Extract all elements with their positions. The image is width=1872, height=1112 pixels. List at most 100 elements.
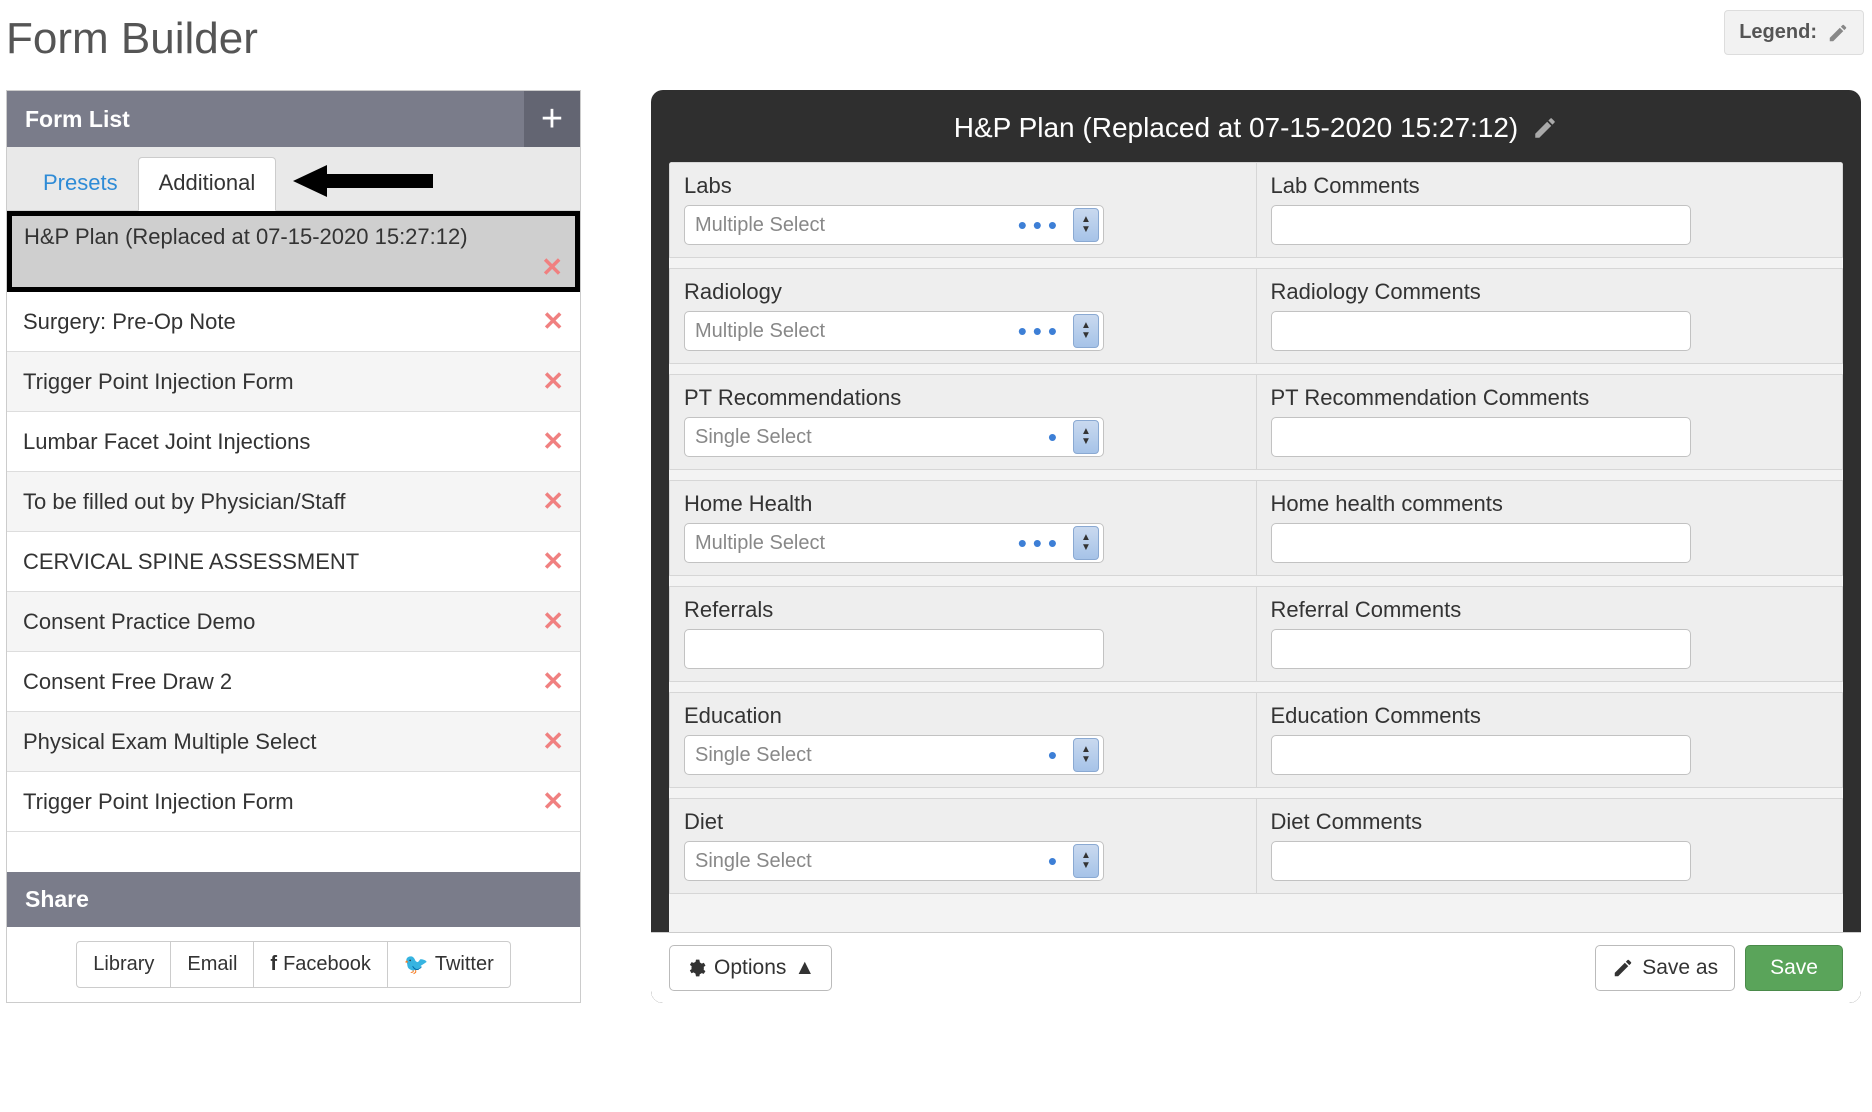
delete-icon[interactable]: ✕ [541,252,563,282]
multiple-select[interactable]: Multiple Select ••• [684,523,1104,563]
text-input[interactable] [1271,523,1691,563]
form-list-title: Form List [25,106,130,133]
field-label: PT Recommendation Comments [1271,385,1829,411]
editor-footer: Options ▲ Save as Save [651,932,1861,1003]
edit-title-icon[interactable] [1532,115,1558,141]
text-input[interactable] [1271,841,1691,881]
list-item[interactable]: Lumbar Facet Joint Injections✕ [7,412,580,472]
select-placeholder: Multiple Select [695,320,825,343]
delete-icon[interactable]: ✕ [542,306,564,337]
field-cell: Diet Single Select • [669,798,1257,894]
share-facebook-button[interactable]: fFacebook [254,941,388,988]
delete-icon[interactable]: ✕ [542,366,564,397]
field-row: ReferralsReferral Comments [669,586,1843,692]
editor-title: H&P Plan (Replaced at 07-15-2020 15:27:1… [954,112,1519,144]
dots-icon: ••• [1018,528,1063,559]
legend-label: Legend: [1739,21,1817,44]
text-input[interactable] [1271,629,1691,669]
legend-button[interactable]: Legend: [1724,10,1864,55]
delete-icon[interactable]: ✕ [542,486,564,517]
field-cell: Education Comments [1257,692,1844,788]
list-item[interactable]: Consent Free Draw 2 ✕ [7,652,580,712]
list-item-label: Trigger Point Injection Form [23,369,294,395]
multiple-select[interactable]: Multiple Select••• [684,311,1104,351]
dots-icon: • [1048,846,1063,877]
list-item[interactable]: Surgery: Pre-Op Note✕ [7,292,580,352]
field-label: Radiology Comments [1271,279,1829,305]
list-item[interactable]: Physical Exam Multiple Select✕ [7,712,580,772]
tab-presets[interactable]: Presets [23,158,138,210]
field-cell: Diet Comments [1257,798,1844,894]
dots-icon: ••• [1018,210,1063,241]
page-title: Form Builder [0,0,1872,90]
delete-icon[interactable]: ✕ [542,606,564,637]
select-placeholder: Multiple Select [695,214,825,237]
field-label: Education Comments [1271,703,1829,729]
field-label: Education [684,703,1242,729]
delete-icon[interactable]: ✕ [542,426,564,457]
delete-icon[interactable]: ✕ [542,666,564,697]
select-placeholder: Multiple Select [695,532,825,555]
stepper-icon[interactable] [1073,420,1099,454]
editor-title-bar: H&P Plan (Replaced at 07-15-2020 15:27:1… [651,90,1861,162]
field-label: Diet [684,809,1242,835]
stepper-icon[interactable] [1073,738,1099,772]
field-cell: RadiologyMultiple Select••• [669,268,1257,364]
list-item-label: H&P Plan (Replaced at 07-15-2020 15:27:1… [24,224,468,250]
list-item[interactable]: Trigger Point Injection Form✕ [7,772,580,832]
list-item[interactable]: H&P Plan (Replaced at 07-15-2020 15:27:1… [7,211,580,292]
field-cell: Home HealthMultiple Select••• [669,480,1257,576]
list-item[interactable]: Trigger Point Injection Form ✕ [7,352,580,412]
save-button[interactable]: Save [1745,945,1843,991]
text-input[interactable] [1271,311,1691,351]
single-select[interactable]: Single Select • [684,841,1104,881]
add-form-button[interactable]: + [524,91,580,147]
list-item[interactable]: CERVICAL SPINE ASSESSMENT✕ [7,532,580,592]
form-editor-panel: H&P Plan (Replaced at 07-15-2020 15:27:1… [651,90,1861,1003]
options-button[interactable]: Options ▲ [669,945,832,991]
text-input[interactable] [1271,417,1691,457]
field-cell: Referrals [669,586,1257,682]
delete-icon[interactable]: ✕ [542,546,564,577]
tab-additional[interactable]: Additional [138,157,277,211]
list-item[interactable]: Consent Practice Demo ✕ [7,592,580,652]
field-cell: Education Single Select • [669,692,1257,788]
select-placeholder: Single Select [695,744,812,767]
form-fields-scroll[interactable]: LabsMultiple Select•••Lab CommentsRadiol… [669,162,1843,932]
share-twitter-button[interactable]: 🐦Twitter [388,941,511,988]
field-label: Labs [684,173,1242,199]
form-list[interactable]: H&P Plan (Replaced at 07-15-2020 15:27:1… [7,211,580,872]
text-input[interactable] [1271,205,1691,245]
share-email-button[interactable]: Email [171,941,254,988]
stepper-icon[interactable] [1073,526,1099,560]
share-library-button[interactable]: Library [76,941,171,988]
delete-icon[interactable]: ✕ [542,786,564,817]
select-placeholder: Single Select [695,850,812,873]
stepper-icon[interactable] [1073,208,1099,242]
save-as-button[interactable]: Save as [1595,945,1735,991]
dots-icon: • [1048,740,1063,771]
stepper-icon[interactable] [1073,314,1099,348]
field-row: LabsMultiple Select•••Lab Comments [669,162,1843,268]
field-cell: Labs Multiple Select ••• [669,162,1257,258]
multiple-select[interactable]: Multiple Select ••• [684,205,1104,245]
stepper-icon[interactable] [1073,844,1099,878]
field-row: RadiologyMultiple Select••• Radiology Com… [669,268,1843,374]
twitter-icon: 🐦 [404,952,429,977]
list-item[interactable]: To be filled out by Physician/Staff✕ [7,472,580,532]
single-select[interactable]: Single Select• [684,417,1104,457]
pencil-icon [1827,22,1849,44]
field-cell: Home health comments [1257,480,1844,576]
list-item-label: Consent Practice Demo [23,609,255,635]
text-input[interactable] [1271,735,1691,775]
pencil-icon [1612,957,1634,979]
field-row: Diet Single Select • Diet Comments [669,798,1843,904]
field-label: PT Recommendations [684,385,1242,411]
field-cell: PT Recommendations Single Select• [669,374,1257,470]
delete-icon[interactable]: ✕ [542,726,564,757]
single-select[interactable]: Single Select • [684,735,1104,775]
text-input[interactable] [684,629,1104,669]
list-item-label: Consent Free Draw 2 [23,669,232,695]
field-row: PT RecommendationsSingle Select•PT Recom… [669,374,1843,480]
dots-icon: • [1048,422,1063,453]
